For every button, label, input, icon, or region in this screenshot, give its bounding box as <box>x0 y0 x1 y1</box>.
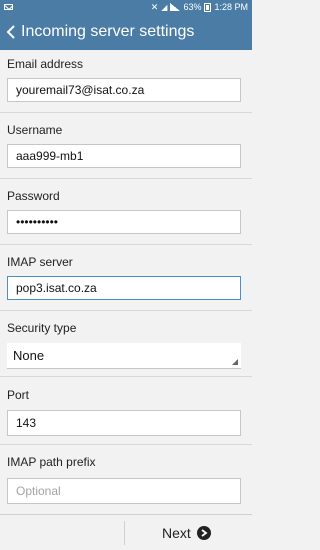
email-value: youremail73@isat.co.za <box>16 83 145 97</box>
chevron-left-icon <box>6 25 15 39</box>
port-field[interactable]: 143 <box>7 410 241 436</box>
email-field[interactable]: youremail73@isat.co.za <box>7 78 241 102</box>
imap-server-value: pop3.isat.co.za <box>16 281 97 295</box>
signal-icon <box>170 3 181 11</box>
divider <box>0 178 252 179</box>
status-right: ✕ ◢ 63% 1:28 PM <box>151 2 248 13</box>
page-title: Incoming server settings <box>21 23 195 40</box>
dropdown-arrow-icon <box>232 359 238 365</box>
status-left <box>4 4 13 10</box>
divider <box>0 112 252 113</box>
port-value: 143 <box>16 416 37 430</box>
status-bar: ✕ ◢ 63% 1:28 PM <box>0 0 252 14</box>
wifi-icon: ◢ <box>161 2 168 12</box>
back-button[interactable] <box>2 14 20 50</box>
email-label: Email address <box>7 57 84 71</box>
divider <box>0 376 252 377</box>
security-type-label: Security type <box>7 321 77 335</box>
next-arrow-icon <box>196 526 211 540</box>
divider <box>0 444 252 445</box>
title-bar: Incoming server settings <box>0 14 252 50</box>
username-label: Username <box>7 123 63 137</box>
mail-notification-icon <box>4 4 13 10</box>
security-type-select[interactable]: None <box>7 343 241 369</box>
divider <box>0 244 252 245</box>
password-label: Password <box>7 189 60 203</box>
username-field[interactable]: aaa999-mb1 <box>7 144 241 168</box>
password-field[interactable]: •••••••••• <box>7 210 241 234</box>
battery-icon <box>204 2 212 12</box>
divider <box>0 310 252 311</box>
security-type-value: None <box>13 348 45 363</box>
bottom-bar: Next <box>0 514 252 550</box>
imap-server-label: IMAP server <box>7 255 73 269</box>
imap-path-prefix-label: IMAP path prefix <box>7 455 96 469</box>
imap-server-field[interactable]: pop3.isat.co.za <box>7 276 241 300</box>
imap-path-prefix-field[interactable]: Optional <box>7 478 241 504</box>
chevron-right-icon <box>201 529 208 537</box>
battery-percent: 63% <box>183 2 202 12</box>
username-value: aaa999-mb1 <box>16 149 84 163</box>
mute-icon: ✕ <box>150 1 159 12</box>
next-button[interactable]: Next <box>162 515 211 550</box>
bottom-divider <box>124 521 125 545</box>
port-label: Port <box>7 388 30 402</box>
status-time: 1:28 PM <box>214 2 248 12</box>
imap-path-prefix-placeholder: Optional <box>16 484 61 498</box>
password-value: •••••••••• <box>16 215 59 229</box>
next-label: Next <box>162 525 191 541</box>
